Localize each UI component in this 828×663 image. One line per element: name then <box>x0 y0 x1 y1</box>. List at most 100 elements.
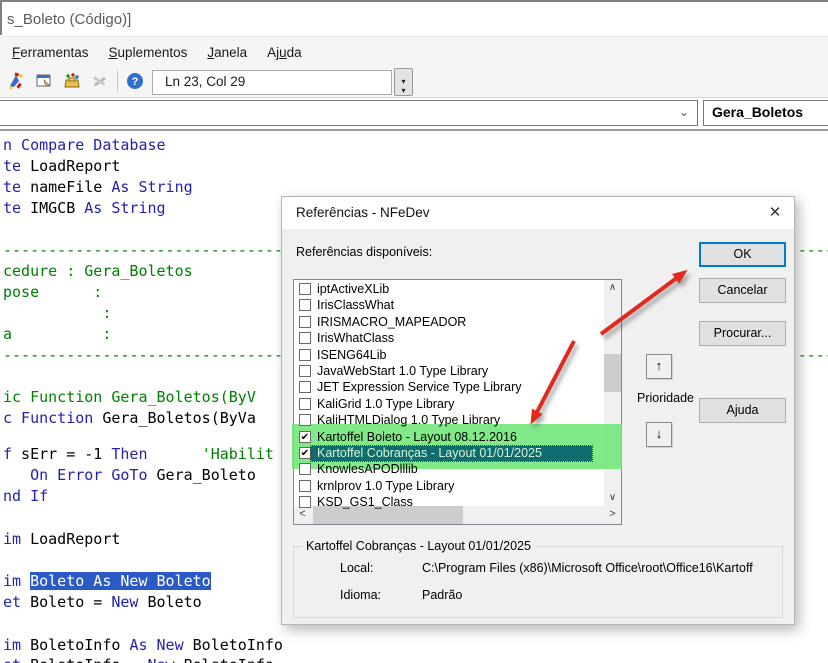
reference-label: Kartoffel Boleto - Layout 08.12.2016 <box>317 430 517 444</box>
reference-list-item[interactable]: IRISMACRO_MAPEADOR <box>296 315 602 331</box>
reference-list-item[interactable]: krnlprov 1.0 Type Library <box>296 479 602 495</box>
checkbox-checked[interactable]: ✔ <box>299 447 311 459</box>
help-icon[interactable]: ? <box>121 68 149 94</box>
priority-down-button[interactable]: ↓ <box>646 422 672 447</box>
properties-window-icon[interactable] <box>30 68 58 94</box>
toolbar: ? <box>2 66 149 96</box>
reference-list-item[interactable]: KaliGrid 1.0 Type Library <box>296 397 602 413</box>
reference-list-item[interactable]: IrisWhatClass <box>296 331 602 347</box>
code-line[interactable]: im Boleto As New Boleto <box>3 572 211 591</box>
references-listbox[interactable]: ∧ ∨ < > iptActiveXLibIrisClassWhatIRISMA… <box>293 279 622 525</box>
help-button[interactable]: Ajuda <box>699 398 786 423</box>
reference-label: KnowlesAPODlllib <box>317 462 418 476</box>
checkbox-unchecked[interactable] <box>299 349 311 361</box>
vertical-scrollbar[interactable]: ∧ ∨ <box>604 280 621 507</box>
code-line[interactable]: : <box>3 304 111 323</box>
svg-text:?: ? <box>132 76 139 88</box>
code-line[interactable]: n Compare Database <box>3 136 166 155</box>
reference-label: IrisWhatClass <box>317 331 394 345</box>
cursor-position-indicator: Ln 23, Col 29 <box>152 70 392 95</box>
checkbox-unchecked[interactable] <box>299 299 311 311</box>
reference-label: JET Expression Service Type Library <box>317 380 522 394</box>
code-window-title: s_Boleto (Código)] <box>7 11 131 28</box>
local-label: Local: <box>340 561 373 575</box>
checkbox-unchecked[interactable] <box>299 332 311 344</box>
checkbox-unchecked[interactable] <box>299 316 311 328</box>
code-line[interactable]: im BoletoInfo As New BoletoInfo <box>3 636 283 655</box>
code-line[interactable]: te nameFile As String <box>3 178 193 197</box>
reference-label: KSD_GS1_Class <box>317 495 413 509</box>
priority-label: Prioridade <box>637 391 698 405</box>
code-line[interactable]: a : <box>3 325 111 344</box>
menu-item-suplementos[interactable]: Suplementos <box>99 42 198 64</box>
reference-label: iptActiveXLib <box>317 282 389 296</box>
reference-label: IrisClassWhat <box>317 298 394 312</box>
scroll-down-icon[interactable]: ∨ <box>604 490 621 507</box>
code-line[interactable]: im LoadReport <box>3 530 120 549</box>
checkbox-unchecked[interactable] <box>299 496 311 508</box>
checkbox-unchecked[interactable] <box>299 381 311 393</box>
reference-list-item[interactable]: KSD_GS1_Class <box>296 495 602 511</box>
reference-label: IRISMACRO_MAPEADOR <box>317 315 466 329</box>
reference-label: ISENG64Lib <box>317 348 386 362</box>
language-value: Padrão <box>422 588 780 602</box>
window-left-border <box>0 0 2 35</box>
checkbox-unchecked[interactable] <box>299 398 311 410</box>
language-label: Idioma: <box>340 588 381 602</box>
reference-list-item[interactable]: KaliHTMLDialog 1.0 Type Library <box>296 413 602 429</box>
code-line[interactable]: cedure : Gera_Boletos <box>3 262 193 281</box>
reference-label: krnlprov 1.0 Type Library <box>317 479 454 493</box>
code-line[interactable]: pose : <box>3 283 102 302</box>
dialog-titlebar[interactable]: Referências - NFeDev ✕ <box>282 197 794 229</box>
scroll-right-icon[interactable]: > <box>604 506 621 524</box>
local-value: C:\Program Files (x86)\Microsoft Office\… <box>422 561 780 575</box>
code-line[interactable]: nd If <box>3 487 48 506</box>
toolbar-overflow-control[interactable]: ▾▾ <box>394 68 413 96</box>
code-line[interactable]: et BoletoInfo = New BoletoInfo <box>3 656 274 663</box>
menu-bar: FerramentasSuplementosJanelaAjuda <box>2 42 312 64</box>
code-line[interactable]: On Error GoTo Gera_Boleto <box>3 466 256 485</box>
chevron-down-icon: ⌄ <box>679 105 689 119</box>
browse-button[interactable]: Procurar... <box>699 321 786 346</box>
reference-details-groupbox: Kartoffel Cobranças - Layout 01/01/2025 … <box>293 546 783 618</box>
menu-item-ferramentas[interactable]: Ferramentas <box>2 42 99 64</box>
object-dropdown[interactable]: ⌄ <box>0 100 698 126</box>
code-line[interactable]: c Function Gera_Boletos(ByVa <box>3 409 256 428</box>
checkbox-unchecked[interactable] <box>299 463 311 475</box>
reference-list-item[interactable]: IrisClassWhat <box>296 298 602 314</box>
checkbox-unchecked[interactable] <box>299 414 311 426</box>
close-icon[interactable]: ✕ <box>764 203 786 223</box>
vba-editor-window: s_Boleto (Código)] FerramentasSuplemento… <box>0 0 828 663</box>
cancel-button[interactable]: Cancelar <box>699 278 786 303</box>
tools-disabled-icon[interactable] <box>86 68 114 94</box>
available-references-label: Referências disponíveis: <box>296 245 432 259</box>
scroll-up-icon[interactable]: ∧ <box>604 280 621 297</box>
code-line[interactable]: ic Function Gera_Boletos(ByV <box>3 388 256 407</box>
vertical-scrollbar-thumb[interactable] <box>604 354 621 392</box>
toolbox-icon[interactable] <box>58 68 86 94</box>
menu-item-janela[interactable]: Janela <box>197 42 257 64</box>
code-line[interactable]: et Boleto = New Boleto <box>3 593 202 612</box>
procedure-dropdown[interactable]: Gera_Boletos <box>703 100 828 126</box>
reference-list-item[interactable]: ✔Kartoffel Cobranças - Layout 01/01/2025 <box>296 446 602 462</box>
priority-up-button[interactable]: ↑ <box>646 354 672 379</box>
reference-list-item[interactable]: ISENG64Lib <box>296 348 602 364</box>
checkbox-unchecked[interactable] <box>299 480 311 492</box>
code-line[interactable]: te LoadReport <box>3 157 120 176</box>
code-line[interactable]: te IMGCB As String <box>3 199 166 218</box>
reference-list-item[interactable]: KnowlesAPODlllib <box>296 462 602 478</box>
ok-button[interactable]: OK <box>699 242 786 267</box>
checkbox-checked[interactable]: ✔ <box>299 431 311 443</box>
menu-item-ajuda[interactable]: Ajuda <box>257 42 312 64</box>
reference-list-item[interactable]: JET Expression Service Type Library <box>296 380 602 396</box>
reference-list-item[interactable]: JavaWebStart 1.0 Type Library <box>296 364 602 380</box>
reference-label: Kartoffel Cobranças - Layout 01/01/2025 <box>311 446 592 461</box>
reference-list-item[interactable]: ✔ Kartoffel Boleto - Layout 08.12.2016 <box>296 430 602 446</box>
design-mode-icon[interactable] <box>2 68 30 94</box>
code-line[interactable]: f sErr = -1 Then 'Habilit <box>3 445 274 464</box>
checkbox-unchecked[interactable] <box>299 365 311 377</box>
window-top-border <box>0 0 828 2</box>
reference-label: JavaWebStart 1.0 Type Library <box>317 364 488 378</box>
checkbox-unchecked[interactable] <box>299 283 311 295</box>
reference-list-item[interactable]: iptActiveXLib <box>296 282 602 298</box>
